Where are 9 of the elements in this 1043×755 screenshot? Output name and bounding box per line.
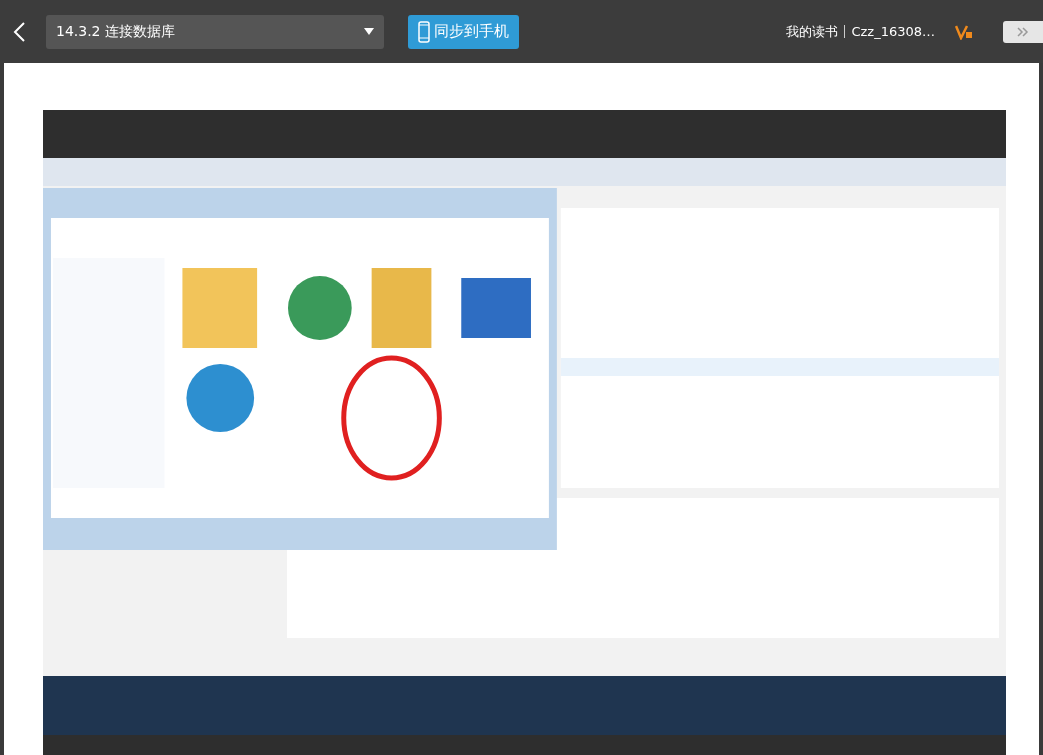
double-chevron-icon [1017, 26, 1029, 37]
my-reading-link[interactable]: 我的读书 [786, 22, 839, 41]
chapter-dropdown[interactable]: 14.3.2 连接数据库 [46, 14, 384, 49]
phone-icon [418, 20, 430, 43]
back-icon[interactable] [12, 20, 28, 43]
user-name[interactable]: Czz_16308… [851, 24, 935, 39]
caret-icon [364, 28, 374, 35]
vip-icon [955, 23, 973, 40]
expand-button[interactable] [1003, 20, 1043, 43]
